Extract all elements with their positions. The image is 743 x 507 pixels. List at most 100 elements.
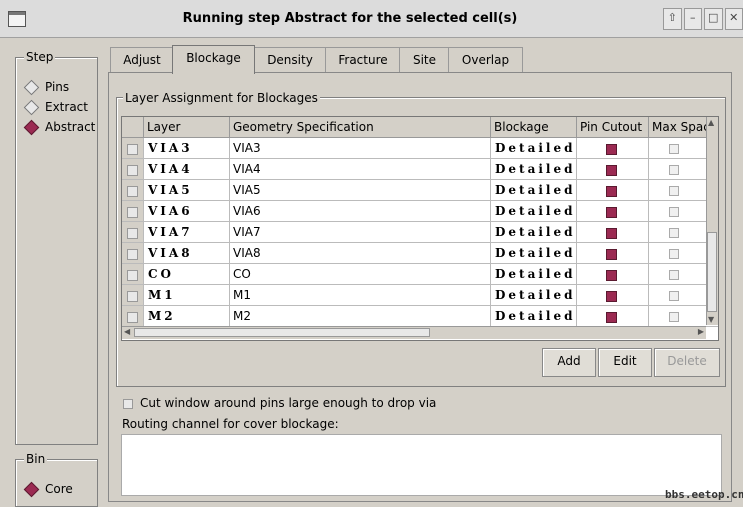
row-select-cell[interactable]	[122, 138, 144, 159]
pin-cutout-checkbox[interactable]	[606, 228, 617, 239]
pin-cutout-checkbox[interactable]	[606, 249, 617, 260]
pin-cutout-cell	[577, 201, 649, 222]
scroll-up-icon[interactable]: ▲	[708, 118, 714, 127]
max-spacing-checkbox[interactable]	[669, 144, 679, 154]
blockage-cell[interactable]: Detailed	[491, 243, 577, 264]
add-button[interactable]: Add	[542, 348, 596, 377]
column-header-geometry[interactable]: Geometry Specification	[230, 117, 491, 138]
scroll-down-icon[interactable]: ▼	[708, 315, 714, 324]
layer-cell[interactable]: VIA7	[144, 222, 230, 243]
geometry-cell[interactable]: VIA6	[230, 201, 491, 222]
blockage-cell[interactable]: Detailed	[491, 159, 577, 180]
row-select-cell[interactable]	[122, 285, 144, 306]
geometry-cell[interactable]: VIA8	[230, 243, 491, 264]
pin-cutout-cell	[577, 222, 649, 243]
layer-cell[interactable]: CO	[144, 264, 230, 285]
radio-selected-icon	[23, 119, 40, 135]
column-header-layer[interactable]: Layer	[144, 117, 230, 138]
layer-cell[interactable]: M1	[144, 285, 230, 306]
scroll-right-icon[interactable]: ▶	[698, 327, 704, 336]
max-spacing-checkbox[interactable]	[669, 291, 679, 301]
row-select-checkbox[interactable]	[127, 144, 138, 155]
blockage-cell[interactable]: Detailed	[491, 222, 577, 243]
layer-cell[interactable]: M2	[144, 306, 230, 327]
blockage-cell[interactable]: Detailed	[491, 264, 577, 285]
routing-channel-input[interactable]	[121, 434, 722, 496]
blockage-cell[interactable]: Detailed	[491, 306, 577, 327]
max-spacing-checkbox[interactable]	[669, 207, 679, 217]
row-select-checkbox[interactable]	[127, 165, 138, 176]
pin-cutout-checkbox[interactable]	[606, 207, 617, 218]
blockage-cell[interactable]: Detailed	[491, 285, 577, 306]
row-select-cell[interactable]	[122, 243, 144, 264]
vertical-scroll-thumb[interactable]	[707, 232, 717, 312]
geometry-cell[interactable]: VIA3	[230, 138, 491, 159]
row-select-checkbox[interactable]	[127, 186, 138, 197]
shade-icon[interactable]: ⇧	[663, 8, 682, 30]
pin-cutout-checkbox[interactable]	[606, 291, 617, 302]
max-spacing-checkbox[interactable]	[669, 186, 679, 196]
row-select-header	[122, 117, 144, 138]
tab-density[interactable]: Density	[253, 47, 327, 73]
geometry-cell[interactable]: VIA4	[230, 159, 491, 180]
row-select-cell[interactable]	[122, 180, 144, 201]
tab-fracture[interactable]: Fracture	[325, 47, 401, 73]
pin-cutout-checkbox[interactable]	[606, 312, 617, 323]
layer-cell[interactable]: VIA6	[144, 201, 230, 222]
column-header-pin-cutout[interactable]: Pin Cutout	[577, 117, 649, 138]
pin-cutout-checkbox[interactable]	[606, 186, 617, 197]
horizontal-scroll-thumb[interactable]	[134, 328, 430, 337]
layer-cell[interactable]: VIA4	[144, 159, 230, 180]
blockage-cell[interactable]: Detailed	[491, 180, 577, 201]
max-spacing-checkbox[interactable]	[669, 228, 679, 238]
step-group: Step Pins Extract Abstract	[15, 50, 98, 445]
geometry-cell[interactable]: CO	[230, 264, 491, 285]
row-select-cell[interactable]	[122, 201, 144, 222]
row-select-cell[interactable]	[122, 306, 144, 327]
delete-button[interactable]: Delete	[654, 348, 720, 377]
step-option-pins[interactable]: Pins	[23, 79, 69, 95]
blockage-cell[interactable]: Detailed	[491, 201, 577, 222]
row-select-checkbox[interactable]	[127, 249, 138, 260]
tab-blockage[interactable]: Blockage	[172, 45, 255, 74]
tab-site[interactable]: Site	[399, 47, 450, 73]
row-select-cell[interactable]	[122, 159, 144, 180]
step-option-extract[interactable]: Extract	[23, 99, 88, 115]
tab-adjust[interactable]: Adjust	[110, 47, 174, 73]
row-select-cell[interactable]	[122, 222, 144, 243]
bin-option-core[interactable]: Core	[23, 481, 73, 497]
row-select-checkbox[interactable]	[127, 270, 138, 281]
layer-cell[interactable]: VIA5	[144, 180, 230, 201]
cut-window-checkbox[interactable]	[123, 399, 133, 409]
geometry-cell[interactable]: M1	[230, 285, 491, 306]
row-select-checkbox[interactable]	[127, 228, 138, 239]
maximize-icon[interactable]: □	[704, 8, 723, 30]
pin-cutout-checkbox[interactable]	[606, 165, 617, 176]
row-select-checkbox[interactable]	[127, 312, 138, 323]
step-option-abstract[interactable]: Abstract	[23, 119, 95, 135]
column-header-blockage[interactable]: Blockage	[491, 117, 577, 138]
bin-group: Bin Core	[15, 452, 98, 507]
max-spacing-checkbox[interactable]	[669, 312, 679, 322]
layer-table: Layer Geometry Specification Blockage Pi…	[121, 116, 719, 341]
layer-cell[interactable]: VIA8	[144, 243, 230, 264]
max-spacing-checkbox[interactable]	[669, 270, 679, 280]
layer-cell[interactable]: VIA3	[144, 138, 230, 159]
max-spacing-checkbox[interactable]	[669, 249, 679, 259]
row-select-checkbox[interactable]	[127, 207, 138, 218]
geometry-cell[interactable]: VIA5	[230, 180, 491, 201]
edit-button[interactable]: Edit	[598, 348, 652, 377]
row-select-cell[interactable]	[122, 264, 144, 285]
max-spacing-checkbox[interactable]	[669, 165, 679, 175]
blockage-cell[interactable]: Detailed	[491, 138, 577, 159]
geometry-cell[interactable]: M2	[230, 306, 491, 327]
close-icon[interactable]: ✕	[724, 8, 743, 30]
minimize-icon[interactable]: –	[683, 8, 702, 30]
pin-cutout-checkbox[interactable]	[606, 270, 617, 281]
tab-overlap[interactable]: Overlap	[448, 47, 523, 73]
pin-cutout-checkbox[interactable]	[606, 144, 617, 155]
geometry-cell[interactable]: VIA7	[230, 222, 491, 243]
window-icon[interactable]	[8, 11, 26, 27]
row-select-checkbox[interactable]	[127, 291, 138, 302]
scroll-left-icon[interactable]: ◀	[124, 327, 130, 336]
